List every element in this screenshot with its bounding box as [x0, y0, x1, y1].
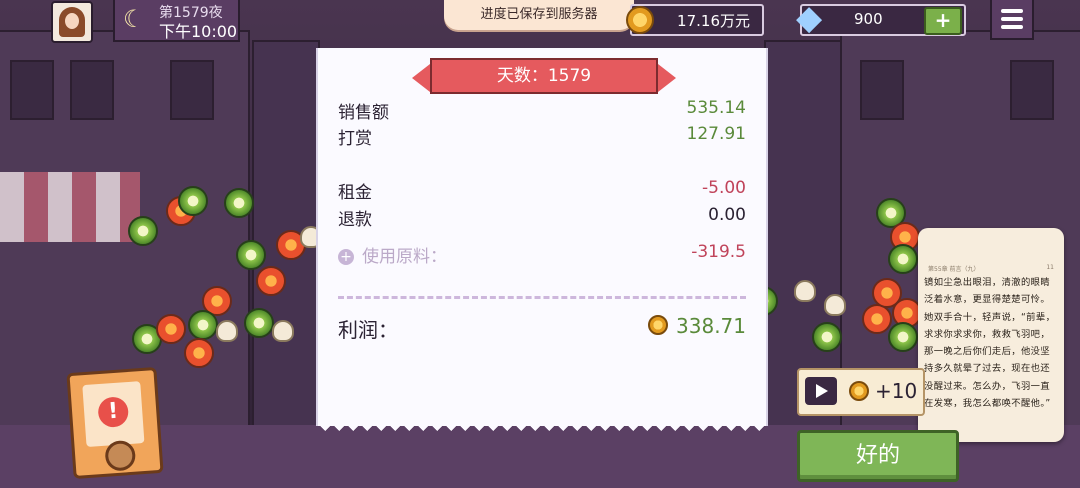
- receipt-row-rent: 租金 -5.00: [338, 178, 746, 203]
- profit-value-wrap: 338.71: [648, 314, 746, 338]
- row-value: 0.00: [708, 205, 746, 225]
- reward-amount: +10: [875, 379, 918, 403]
- row-label: 租金: [338, 183, 372, 203]
- row-value: -319.5: [691, 242, 746, 262]
- striped-awning: [0, 172, 140, 242]
- diamond-icon: ◆: [796, 0, 823, 38]
- menu-icon: [1001, 25, 1023, 29]
- add-gems-button[interactable]: +: [924, 7, 962, 35]
- garlic-icon: [794, 280, 816, 302]
- garlic-icon: [824, 294, 846, 316]
- garlic-icon: [272, 320, 294, 342]
- garlic-icon: [216, 320, 238, 342]
- gem-value: 900: [854, 10, 883, 28]
- window: [170, 60, 214, 120]
- tomato-slice-icon: [862, 304, 892, 334]
- row-label: 退款: [338, 210, 372, 230]
- daily-receipt: 天数：1579 销售额 535.14 打赏 127.91 租金 -5.00 退款…: [316, 48, 768, 438]
- receipt-divider: [338, 296, 746, 299]
- window: [1010, 60, 1054, 120]
- coin-icon: [626, 6, 654, 34]
- pepper-slice-icon: [128, 216, 158, 246]
- ok-button[interactable]: 好的: [797, 430, 959, 482]
- gem-counter: ◆ 900 +: [796, 0, 966, 36]
- pepper-slice-icon: [224, 188, 254, 218]
- menu-button[interactable]: [990, 0, 1034, 40]
- watch-ad-reward-button[interactable]: +10: [797, 368, 925, 416]
- menu-icon: [1001, 17, 1023, 21]
- novel-text: 镜如尘急出眼泪，清澈的眼睛泛着水意，更显得楚楚可怜。她双手合十，轻声说，“前辈，…: [924, 277, 1056, 410]
- profit-row: 利润： 338.71: [338, 314, 746, 344]
- tomato-slice-icon: [256, 266, 286, 296]
- player-avatar[interactable]: [51, 1, 93, 43]
- profit-value: 338.71: [676, 314, 746, 338]
- save-toast: 进度已保存到服务器: [444, 0, 634, 30]
- row-label: 销售额: [338, 103, 389, 123]
- tomato-slice-icon: [156, 314, 186, 344]
- window: [860, 60, 904, 120]
- ingredients-label-wrap: + 使用原料：: [338, 242, 447, 267]
- pepper-slice-icon: [244, 308, 274, 338]
- chapter-header: 第55章 前言（九）: [928, 266, 980, 273]
- clock-time: 下午10:00: [159, 22, 238, 41]
- exclamation-icon: !: [97, 396, 130, 429]
- pepper-slice-icon: [888, 322, 918, 352]
- receipt-row-sales: 销售额 535.14: [338, 98, 746, 123]
- pepper-slice-icon: [236, 240, 266, 270]
- moon-icon: ☾: [123, 5, 145, 33]
- page-indicator: 11: [1046, 264, 1054, 271]
- row-value: 127.91: [686, 124, 746, 144]
- tomato-slice-icon: [184, 338, 214, 368]
- profit-label: 利润：: [338, 318, 398, 342]
- receipt-row-refund: 退款 0.00: [338, 205, 746, 230]
- window: [10, 60, 54, 120]
- receipt-row-ingredients[interactable]: + 使用原料： -319.5: [338, 242, 746, 267]
- day-banner: 天数：1579: [412, 58, 676, 94]
- pepper-slice-icon: [178, 186, 208, 216]
- pepper-slice-icon: [888, 244, 918, 274]
- row-value: 535.14: [686, 98, 746, 118]
- receipt-row-tips: 打赏 127.91: [338, 124, 746, 149]
- menu-icon: [1001, 9, 1023, 13]
- coin-icon: [648, 315, 669, 335]
- money-counter: 17.16万元: [626, 4, 764, 36]
- alert-card-face: !: [82, 381, 145, 448]
- expand-plus-icon[interactable]: +: [338, 249, 354, 265]
- night-time-panel: ☾ 第1579夜 下午10:00: [113, 0, 240, 42]
- pepper-slice-icon: [812, 322, 842, 352]
- money-value: 17.16万元: [677, 12, 750, 30]
- avatar-face: [65, 13, 79, 29]
- receipt-torn-edge: [318, 424, 766, 438]
- pepper-slice-icon: [188, 310, 218, 340]
- row-label: 使用原料：: [362, 247, 447, 267]
- window: [70, 60, 114, 120]
- play-icon: [805, 377, 837, 405]
- card-badge-icon: [104, 439, 137, 472]
- coin-icon: [849, 381, 869, 401]
- row-value: -5.00: [702, 178, 746, 198]
- row-label: 打赏: [338, 129, 372, 149]
- alert-card[interactable]: !: [66, 366, 164, 480]
- novel-reader-card[interactable]: 第55章 前言（九） 11 镜如尘急出眼泪，清澈的眼睛泛着水意，更显得楚楚可怜。…: [918, 228, 1064, 442]
